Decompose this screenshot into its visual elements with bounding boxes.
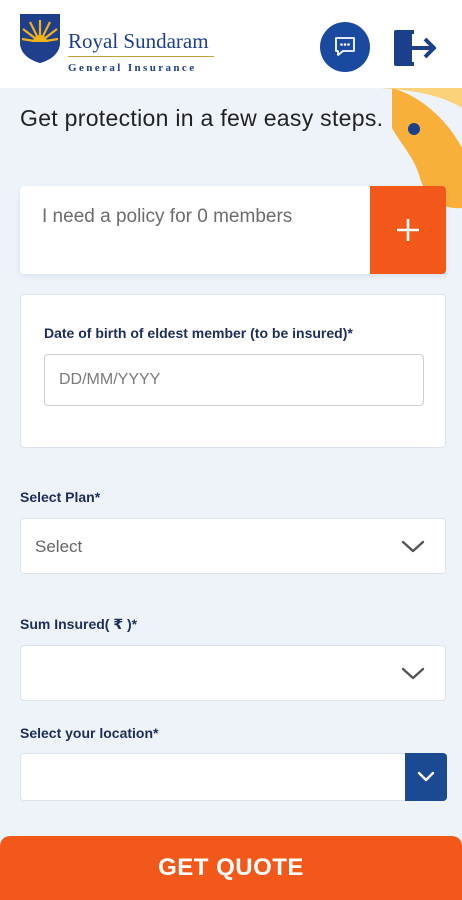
location-select[interactable] xyxy=(20,753,447,801)
chevron-down-icon xyxy=(401,667,425,680)
sun-shield-emblem xyxy=(20,14,60,63)
add-member-button[interactable] xyxy=(370,186,446,274)
dob-input[interactable] xyxy=(44,354,424,406)
chevron-down-icon xyxy=(417,771,435,782)
plan-label: Select Plan* xyxy=(20,489,101,505)
plus-icon xyxy=(397,219,419,241)
logout-icon[interactable] xyxy=(392,28,438,68)
plan-select-value: Select xyxy=(35,537,83,556)
plan-select[interactable]: Select xyxy=(20,518,446,574)
sum-insured-label: Sum Insured( ₹ )* xyxy=(20,616,138,632)
logo-wordmark: Royal Sundaram xyxy=(68,29,209,53)
chat-button[interactable] xyxy=(320,22,370,72)
dob-label: Date of birth of eldest member (to be in… xyxy=(44,325,353,341)
member-count-text: I need a policy for 0 members xyxy=(42,206,293,227)
royal-sundaram-logo: Royal Sundaram General Insurance xyxy=(18,12,228,78)
location-dropdown-button[interactable] xyxy=(405,753,447,801)
dob-card: Date of birth of eldest member (to be in… xyxy=(20,294,446,448)
chevron-down-icon xyxy=(401,540,425,553)
sum-insured-select[interactable] xyxy=(20,645,446,701)
logo-divider xyxy=(68,56,214,57)
app-header: Royal Sundaram General Insurance xyxy=(0,0,462,88)
chat-bubble-icon xyxy=(335,37,355,56)
get-quote-button[interactable]: GET QUOTE xyxy=(0,836,462,900)
member-count-card: I need a policy for 0 members xyxy=(20,186,446,274)
location-label: Select your location* xyxy=(20,725,159,741)
intro-heading: Get protection in a few easy steps. xyxy=(20,105,384,131)
logo-tagline: General Insurance xyxy=(68,62,197,74)
